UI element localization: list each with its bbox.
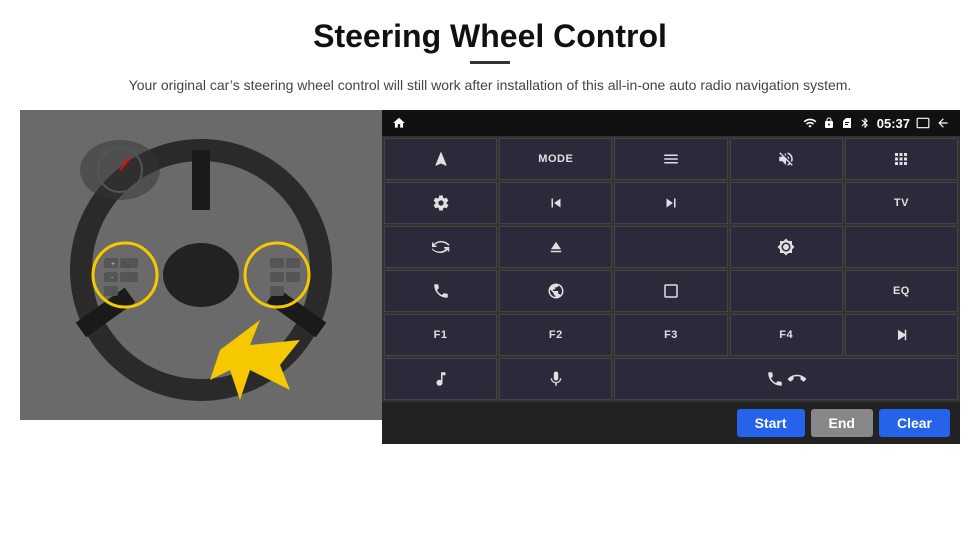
steering-wheel-image: + - 📞: [20, 110, 382, 420]
btn-media[interactable]: TV: [845, 182, 958, 224]
start-button[interactable]: Start: [737, 409, 805, 437]
svg-text:📞: 📞: [123, 260, 131, 268]
sim-icon: [841, 117, 853, 129]
svg-text:+: +: [111, 261, 115, 268]
btn-f3[interactable]: F2: [499, 314, 612, 356]
bluetooth-icon: [859, 117, 871, 129]
btn-settings[interactable]: [384, 182, 497, 224]
btn-f1[interactable]: EQ: [845, 270, 958, 312]
btn-browse[interactable]: [499, 270, 612, 312]
btn-phonecall[interactable]: [614, 358, 958, 400]
btn-f2[interactable]: F1: [384, 314, 497, 356]
btn-radio[interactable]: [614, 226, 727, 268]
btn-next[interactable]: [614, 182, 727, 224]
status-left: [392, 116, 406, 130]
status-right: 05:37: [803, 116, 950, 131]
radio-panel: 05:37 MODE: [382, 110, 960, 444]
clear-button[interactable]: Clear: [879, 409, 950, 437]
btn-music[interactable]: [384, 358, 497, 400]
wifi-icon: [803, 116, 817, 130]
btn-apps[interactable]: [845, 138, 958, 180]
btn-navigate[interactable]: [384, 138, 497, 180]
home-status-icon: [392, 116, 406, 130]
btn-dvd[interactable]: [845, 226, 958, 268]
btn-brightness[interactable]: [730, 226, 843, 268]
btn-mute[interactable]: [730, 138, 843, 180]
page-subtitle: Your original car’s steering wheel contr…: [0, 74, 980, 96]
screen-icon: [916, 116, 930, 130]
btn-360[interactable]: [384, 226, 497, 268]
button-grid: MODE TV: [382, 136, 960, 402]
btn-mic[interactable]: [499, 358, 612, 400]
btn-eject[interactable]: [499, 226, 612, 268]
btn-f5[interactable]: F4: [730, 314, 843, 356]
btn-screen-rect[interactable]: [614, 270, 727, 312]
btn-phone[interactable]: [384, 270, 497, 312]
btn-playpause[interactable]: [845, 314, 958, 356]
btn-prev[interactable]: [499, 182, 612, 224]
lock-icon: [823, 117, 835, 129]
page-title: Steering Wheel Control: [0, 0, 980, 61]
title-divider: [470, 61, 510, 64]
btn-f4[interactable]: F3: [614, 314, 727, 356]
btn-mode[interactable]: MODE: [499, 138, 612, 180]
back-icon: [936, 116, 950, 130]
btn-tv[interactable]: [730, 182, 843, 224]
bottom-bar: Start End Clear: [382, 402, 960, 444]
end-button[interactable]: End: [811, 409, 873, 437]
btn-eq[interactable]: [730, 270, 843, 312]
content-area: + - 📞: [0, 110, 980, 444]
status-time: 05:37: [877, 116, 910, 131]
status-bar: 05:37: [382, 110, 960, 136]
btn-list[interactable]: [614, 138, 727, 180]
